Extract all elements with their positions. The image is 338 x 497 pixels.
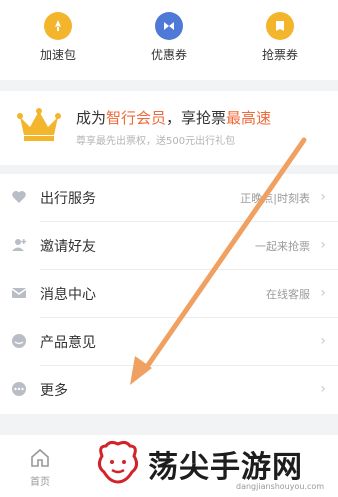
- user-add-icon: [10, 236, 28, 254]
- vip-subtitle: 尊享最先出票权，送500元出行礼包: [76, 136, 236, 147]
- chevron-right-icon: ›: [320, 285, 326, 301]
- menu-item-label: 出行服务: [40, 191, 96, 207]
- chevron-right-icon: ›: [320, 237, 326, 253]
- menu-item-label: 邀请好友: [40, 239, 96, 255]
- crown-icon: [17, 108, 61, 141]
- vip-title-middle: ，享抢票: [166, 109, 227, 127]
- vip-title-highlight-speed: 最高速: [226, 109, 272, 127]
- shortcut-coupon[interactable]: 优惠券: [119, 12, 219, 63]
- site-watermark: 荡尖手游网 dangjianshouyou.com: [92, 436, 332, 494]
- tab-home-label: 首页: [30, 477, 50, 488]
- shortcut-ticket-coupon[interactable]: 抢票券: [230, 12, 330, 63]
- menu-item-product-feedback[interactable]: 产品意见 ›: [0, 318, 338, 366]
- menu-item-label: 更多: [40, 383, 68, 399]
- vip-membership-banner[interactable]: 成为智行会员，享抢票最高速 尊享最先出票权，送500元出行礼包: [0, 91, 338, 165]
- watermark-url: dangjianshouyou.com: [236, 482, 325, 491]
- tab-home[interactable]: 首页: [20, 447, 60, 488]
- ticket-icon: [266, 12, 294, 40]
- more-icon: [10, 380, 28, 398]
- feedback-icon: [10, 332, 28, 350]
- shortcut-label: 优惠券: [150, 48, 187, 62]
- menu-item-label: 消息中心: [40, 287, 96, 303]
- menu-item-label: 产品意见: [40, 335, 96, 351]
- chevron-right-icon: ›: [320, 381, 326, 397]
- vip-title-highlight: 智行会员: [106, 109, 167, 127]
- menu-item-hint: 一起来抢票: [255, 240, 310, 253]
- vip-title-prefix: 成为: [76, 109, 107, 127]
- chevron-right-icon: ›: [320, 189, 326, 205]
- menu-item-more[interactable]: 更多 ›: [0, 366, 338, 414]
- shortcut-label: 抢票券: [261, 48, 298, 62]
- home-icon: [31, 448, 49, 467]
- rocket-icon: [44, 12, 72, 40]
- menu-item-hint: 在线客服: [266, 288, 310, 301]
- watermark-text: 荡尖手游网: [148, 450, 303, 485]
- mascot-logo-icon: [97, 440, 139, 484]
- shortcut-bar: 加速包 优惠券 抢票券: [0, 0, 338, 80]
- chevron-right-icon: ›: [320, 333, 326, 349]
- coupon-icon: [155, 12, 183, 40]
- menu-item-travel-services[interactable]: 出行服务 正晚点|时刻表 ›: [0, 174, 338, 222]
- menu-item-invite-friends[interactable]: 邀请好友 一起来抢票 ›: [0, 222, 338, 270]
- menu-item-message-center[interactable]: 消息中心 在线客服 ›: [0, 270, 338, 318]
- menu-list: 出行服务 正晚点|时刻表 › 邀请好友 一起来抢票 › 消息中心 在线客服 › …: [0, 174, 338, 414]
- menu-item-hint: 正晚点|时刻表: [240, 192, 310, 205]
- mail-icon: [10, 284, 28, 302]
- shortcut-accelerator-pack[interactable]: 加速包: [8, 12, 108, 63]
- vip-title: 成为智行会员，享抢票最高速: [76, 107, 271, 128]
- heart-icon: [10, 188, 28, 206]
- shortcut-label: 加速包: [39, 48, 76, 62]
